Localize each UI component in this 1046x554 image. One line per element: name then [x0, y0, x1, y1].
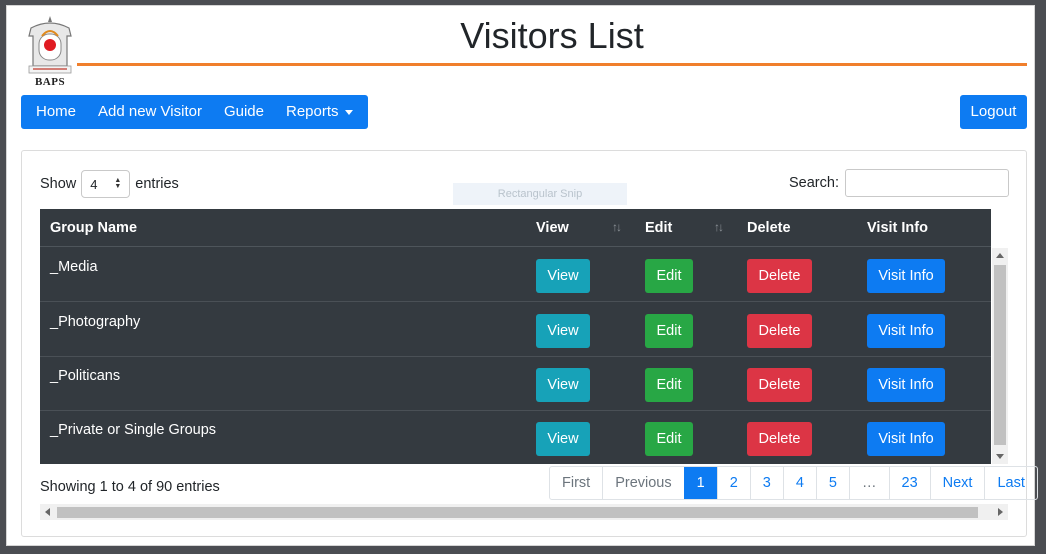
- horizontal-scrollbar[interactable]: [40, 504, 1008, 520]
- title-divider: [77, 63, 1027, 66]
- column-header-view[interactable]: View: [536, 220, 569, 236]
- group-name-cell: _Private or Single Groups: [50, 422, 217, 438]
- edit-button[interactable]: Edit: [645, 314, 693, 348]
- page-4[interactable]: 4: [782, 467, 816, 499]
- logout-button[interactable]: Logout: [960, 95, 1027, 129]
- view-button[interactable]: View: [536, 314, 590, 348]
- nav-guide[interactable]: Guide: [217, 95, 271, 129]
- app-window: BAPS Visitors List Home Add new Visitor …: [6, 5, 1038, 546]
- visit-info-button[interactable]: Visit Info: [867, 422, 945, 456]
- page-23[interactable]: 23: [888, 467, 930, 499]
- page-1[interactable]: 1: [683, 467, 717, 499]
- edit-button[interactable]: Edit: [645, 422, 693, 456]
- show-label: Show: [40, 176, 77, 192]
- delete-button[interactable]: Delete: [747, 422, 812, 456]
- visitors-card: Show 4 ▲ ▼ entries Rectangular Snip Searc…: [21, 150, 1038, 537]
- scrollbar-thumb[interactable]: [57, 507, 978, 518]
- column-header-edit[interactable]: Edit: [645, 220, 672, 236]
- page-ellipsis: …: [849, 467, 889, 499]
- column-header-visit-info: Visit Info: [867, 220, 928, 236]
- nav-add-new-visitor[interactable]: Add new Visitor: [91, 95, 209, 129]
- view-button[interactable]: View: [536, 422, 590, 456]
- logo-text: BAPS: [34, 76, 66, 88]
- page-previous[interactable]: Previous: [602, 467, 683, 499]
- table-header: Group Name View ↑↓ Edit ↑↓ Delete Visit …: [40, 209, 991, 247]
- column-header-delete: Delete: [747, 220, 791, 236]
- visit-info-button[interactable]: Visit Info: [867, 314, 945, 348]
- visit-info-button[interactable]: Visit Info: [867, 259, 945, 293]
- pagination: First Previous 1 2 3 4 5 … 23 Next Last: [549, 466, 1038, 500]
- temple-emblem-icon: [28, 16, 72, 74]
- main-navbar: Home Add new Visitor Guide Reports: [21, 95, 368, 129]
- delete-button[interactable]: Delete: [747, 368, 812, 402]
- nav-home[interactable]: Home: [29, 95, 83, 129]
- search-label: Search:: [789, 175, 839, 191]
- scrollbar-thumb[interactable]: [994, 265, 1006, 445]
- search-control: Search:: [789, 169, 1009, 197]
- group-name-cell: _Politicans: [50, 368, 121, 384]
- scroll-left-icon[interactable]: [45, 508, 50, 516]
- nav-reports-dropdown[interactable]: Reports: [279, 95, 360, 129]
- page-5[interactable]: 5: [815, 467, 849, 499]
- search-input[interactable]: [844, 169, 1009, 197]
- rectangular-snip-overlay: Rectangular Snip: [453, 183, 627, 205]
- group-name-cell: _Media: [50, 259, 98, 275]
- page-3[interactable]: 3: [749, 467, 783, 499]
- group-name-cell: _Photography: [50, 314, 141, 330]
- delete-button[interactable]: Delete: [747, 314, 812, 348]
- entries-label: entries: [135, 176, 179, 192]
- edit-button[interactable]: Edit: [645, 259, 693, 293]
- table-row: _Photography View Edit Delete Visit Info: [40, 303, 991, 357]
- entries-select[interactable]: 4 ▲ ▼: [81, 170, 131, 198]
- visit-info-button[interactable]: Visit Info: [867, 368, 945, 402]
- view-button[interactable]: View: [536, 259, 590, 293]
- page-first[interactable]: First: [550, 467, 602, 499]
- column-header-group-name[interactable]: Group Name: [50, 220, 137, 236]
- vertical-scrollbar[interactable]: [992, 248, 1008, 464]
- nav-reports-label: Reports: [286, 103, 339, 120]
- baps-logo: BAPS: [21, 14, 79, 88]
- table-info: Showing 1 to 4 of 90 entries: [40, 479, 220, 495]
- entries-length-control: Show 4 ▲ ▼ entries: [40, 170, 179, 198]
- visitors-table: Group Name View ↑↓ Edit ↑↓ Delete Visit …: [40, 209, 991, 464]
- page-title: Visitors List: [460, 15, 644, 56]
- view-button[interactable]: View: [536, 368, 590, 402]
- edit-button[interactable]: Edit: [645, 368, 693, 402]
- select-arrows-icon: ▲ ▼: [114, 177, 122, 190]
- table-row: _Media View Edit Delete Visit Info: [40, 248, 991, 302]
- scroll-down-icon[interactable]: [996, 454, 1004, 459]
- delete-button[interactable]: Delete: [747, 259, 812, 293]
- entries-select-value: 4: [90, 176, 98, 192]
- sort-arrows-icon[interactable]: ↑↓: [714, 220, 724, 234]
- page-2[interactable]: 2: [716, 467, 750, 499]
- scroll-right-icon[interactable]: [998, 508, 1003, 516]
- table-row: _Politicans View Edit Delete Visit Info: [40, 357, 991, 411]
- page-next[interactable]: Next: [929, 467, 985, 499]
- scroll-up-icon[interactable]: [996, 253, 1004, 258]
- page-last[interactable]: Last: [984, 467, 1036, 499]
- sort-arrows-icon[interactable]: ↑↓: [612, 220, 622, 234]
- table-row: _Private or Single Groups View Edit Dele…: [40, 411, 991, 465]
- caret-down-icon: [344, 109, 353, 115]
